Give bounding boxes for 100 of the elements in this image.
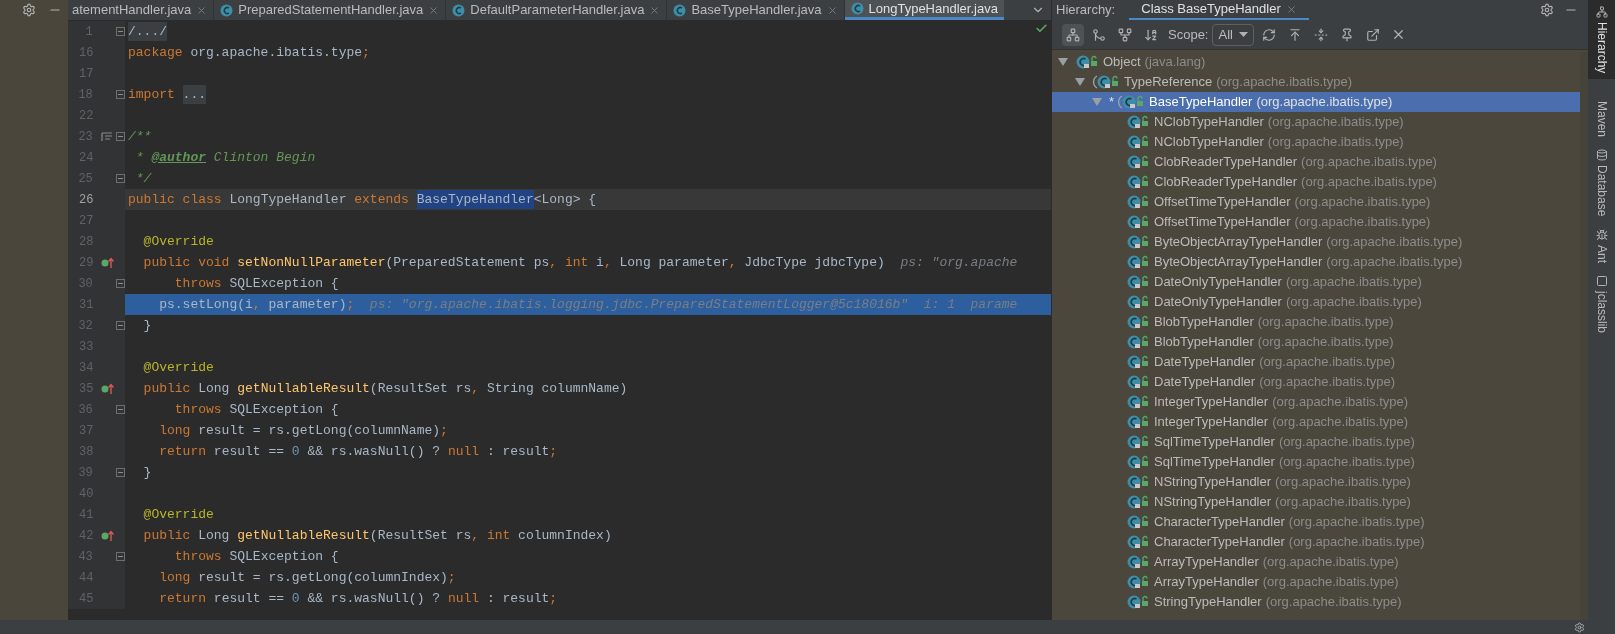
editor-tab[interactable]: BaseTypeHandler.java bbox=[667, 0, 845, 20]
class-name: ClobReaderTypeHandler bbox=[1154, 153, 1298, 172]
class-icon bbox=[1126, 454, 1150, 470]
override-icon[interactable] bbox=[101, 256, 116, 269]
fold-icon[interactable] bbox=[116, 321, 125, 330]
tree-item[interactable]: NClobTypeHandler (org.apache.ibatis.type) bbox=[1052, 112, 1580, 132]
class-file-icon bbox=[673, 3, 687, 17]
tree-item[interactable]: DateOnlyTypeHandler (org.apache.ibatis.type) bbox=[1052, 292, 1580, 312]
code-token: Long bbox=[198, 379, 231, 398]
class-icon bbox=[1126, 594, 1150, 610]
tree-item[interactable]: IntegerTypeHandler (org.apache.ibatis.type) bbox=[1052, 412, 1580, 432]
fold-icon[interactable] bbox=[116, 174, 125, 183]
subtypes-hierarchy-button[interactable] bbox=[1062, 23, 1084, 46]
fold-icon[interactable] bbox=[116, 27, 125, 36]
tree-item[interactable]: ArrayTypeHandler (org.apache.ibatis.type) bbox=[1052, 552, 1580, 572]
code-token: (ResultSet rs bbox=[369, 526, 472, 545]
tree-item[interactable]: SqlTimeTypeHandler (org.apache.ibatis.type) bbox=[1052, 432, 1580, 452]
class-icon bbox=[1126, 254, 1150, 270]
class-name: TypeReference bbox=[1124, 73, 1213, 92]
close-icon[interactable] bbox=[428, 4, 440, 16]
tree-item[interactable]: ClobReaderTypeHandler (org.apache.ibatis.type) bbox=[1052, 172, 1580, 192]
expand-arrow-icon[interactable] bbox=[1075, 78, 1085, 86]
tree-item[interactable]: TypeReference (org.apache.ibatis.type) bbox=[1052, 72, 1580, 92]
tab-label: LongTypeHandler.java bbox=[868, 0, 998, 18]
close-icon[interactable] bbox=[1285, 3, 1297, 15]
code-token: long bbox=[158, 421, 192, 440]
fold-icon[interactable] bbox=[116, 279, 125, 288]
code-token: /** bbox=[128, 127, 152, 146]
class-icon bbox=[1126, 574, 1150, 590]
tree-item[interactable]: BlobTypeHandler (org.apache.ibatis.type) bbox=[1052, 332, 1580, 352]
settings-icon[interactable] bbox=[1540, 3, 1554, 17]
class-name: DateOnlyTypeHandler bbox=[1154, 293, 1282, 312]
code-token: && rs.wasNull() ? bbox=[306, 589, 442, 608]
hierarchy-tab[interactable]: Class BaseTypeHandler bbox=[1129, 0, 1309, 20]
lines-icon[interactable] bbox=[100, 131, 113, 142]
tree-item[interactable]: DateOnlyTypeHandler (org.apache.ibatis.type) bbox=[1052, 272, 1580, 292]
code-token: return bbox=[158, 589, 207, 608]
tree-item[interactable]: CharacterTypeHandler (org.apache.ibatis.type) bbox=[1052, 532, 1580, 552]
package-name: (org.apache.ibatis.type) bbox=[1301, 153, 1437, 172]
settings-icon[interactable] bbox=[22, 3, 36, 17]
class-name: CharacterTypeHandler bbox=[1154, 513, 1285, 532]
tool-window-button[interactable]: Ant bbox=[1588, 222, 1615, 269]
tree-item[interactable]: NStringTypeHandler (org.apache.ibatis.type) bbox=[1052, 492, 1580, 512]
tool-window-button[interactable]: Maven bbox=[1588, 79, 1615, 144]
tree-item[interactable]: OffsetTimeTypeHandler (org.apache.ibatis.type) bbox=[1052, 192, 1580, 212]
tree-item[interactable]: ClobReaderTypeHandler (org.apache.ibatis.type) bbox=[1052, 152, 1580, 172]
class-name: NStringTypeHandler bbox=[1154, 473, 1272, 492]
editor-tab[interactable]: PreparedStatementHandler.java bbox=[214, 0, 447, 20]
class-name: OffsetTimeTypeHandler bbox=[1154, 193, 1291, 212]
class-file-icon bbox=[220, 3, 234, 17]
folded-code[interactable]: ... bbox=[182, 84, 206, 105]
close-icon[interactable] bbox=[196, 4, 208, 16]
fold-icon[interactable] bbox=[116, 468, 125, 477]
tree-item[interactable]: Object (java.lang) bbox=[1052, 52, 1580, 72]
editor-tab[interactable]: atementHandler.java bbox=[66, 0, 215, 20]
tree-item[interactable]: SqlTimeTypeHandler (org.apache.ibatis.type) bbox=[1052, 452, 1580, 472]
close-icon[interactable] bbox=[826, 4, 838, 16]
tab-label: PreparedStatementHandler.java bbox=[238, 1, 424, 20]
editor-tab[interactable]: LongTypeHandler.java bbox=[844, 0, 1004, 20]
tree-item[interactable]: DateTypeHandler (org.apache.ibatis.type) bbox=[1052, 352, 1580, 372]
class-name: ByteObjectArrayTypeHandler bbox=[1154, 253, 1323, 272]
scrollbar[interactable] bbox=[1580, 52, 1588, 620]
tree-item[interactable]: NClobTypeHandler (org.apache.ibatis.type) bbox=[1052, 132, 1580, 152]
editor-tab[interactable]: DefaultParameterHandler.java bbox=[446, 0, 668, 20]
code-token: i bbox=[596, 253, 604, 272]
tree-item[interactable]: BlobTypeHandler (org.apache.ibatis.type) bbox=[1052, 312, 1580, 332]
code-token: , bbox=[252, 295, 262, 314]
tree-item[interactable]: IntegerTypeHandler (org.apache.ibatis.type) bbox=[1052, 392, 1580, 412]
tool-window-button[interactable]: jclasslib bbox=[1588, 268, 1615, 339]
tree-item[interactable]: NStringTypeHandler (org.apache.ibatis.type) bbox=[1052, 472, 1580, 492]
tool-window-button[interactable]: Hierarchy bbox=[1588, 0, 1615, 80]
package-name: (org.apache.ibatis.type) bbox=[1216, 73, 1353, 92]
code-token: @author bbox=[151, 148, 206, 167]
class-name: BlobTypeHandler bbox=[1154, 333, 1254, 352]
external-link-icon bbox=[1365, 27, 1380, 42]
tree-item[interactable]: ByteObjectArrayTypeHandler (org.apache.ibatis.type) bbox=[1052, 232, 1580, 252]
code-token: @Override bbox=[142, 358, 214, 377]
fold-icon[interactable] bbox=[116, 132, 125, 141]
scope-dropdown[interactable]: All bbox=[1212, 23, 1254, 46]
class-name: OffsetTimeTypeHandler bbox=[1154, 213, 1291, 232]
folded-code[interactable]: /.../ bbox=[128, 21, 167, 42]
tree-item[interactable]: OffsetTimeTypeHandler (org.apache.ibatis.type) bbox=[1052, 212, 1580, 232]
expand-arrow-icon[interactable] bbox=[1058, 58, 1068, 66]
code-token: @Override bbox=[142, 232, 214, 251]
override-icon[interactable] bbox=[101, 382, 116, 395]
tree-item[interactable]: ByteObjectArrayTypeHandler (org.apache.ibatis.type) bbox=[1052, 252, 1580, 272]
code-token: JdbcType jdbcType) bbox=[744, 253, 885, 272]
close-icon[interactable] bbox=[649, 4, 661, 16]
tree-item[interactable]: StringTypeHandler (org.apache.ibatis.type) bbox=[1052, 592, 1580, 612]
tree-item[interactable]: CharacterTypeHandler (org.apache.ibatis.type) bbox=[1052, 512, 1580, 532]
code-token: columnIndex) bbox=[518, 526, 612, 545]
tree-item[interactable]: * BaseTypeHandler (org.apache.ibatis.type) bbox=[1052, 92, 1580, 112]
fold-icon[interactable] bbox=[116, 405, 125, 414]
tool-window-button[interactable]: Database bbox=[1588, 143, 1615, 223]
override-icon[interactable] bbox=[101, 529, 116, 542]
fold-icon[interactable] bbox=[116, 90, 125, 99]
tree-item[interactable]: DateTypeHandler (org.apache.ibatis.type) bbox=[1052, 372, 1580, 392]
fold-icon[interactable] bbox=[116, 552, 125, 561]
tree-item[interactable]: ArrayTypeHandler (org.apache.ibatis.type) bbox=[1052, 572, 1580, 592]
settings-icon[interactable] bbox=[1574, 621, 1585, 633]
